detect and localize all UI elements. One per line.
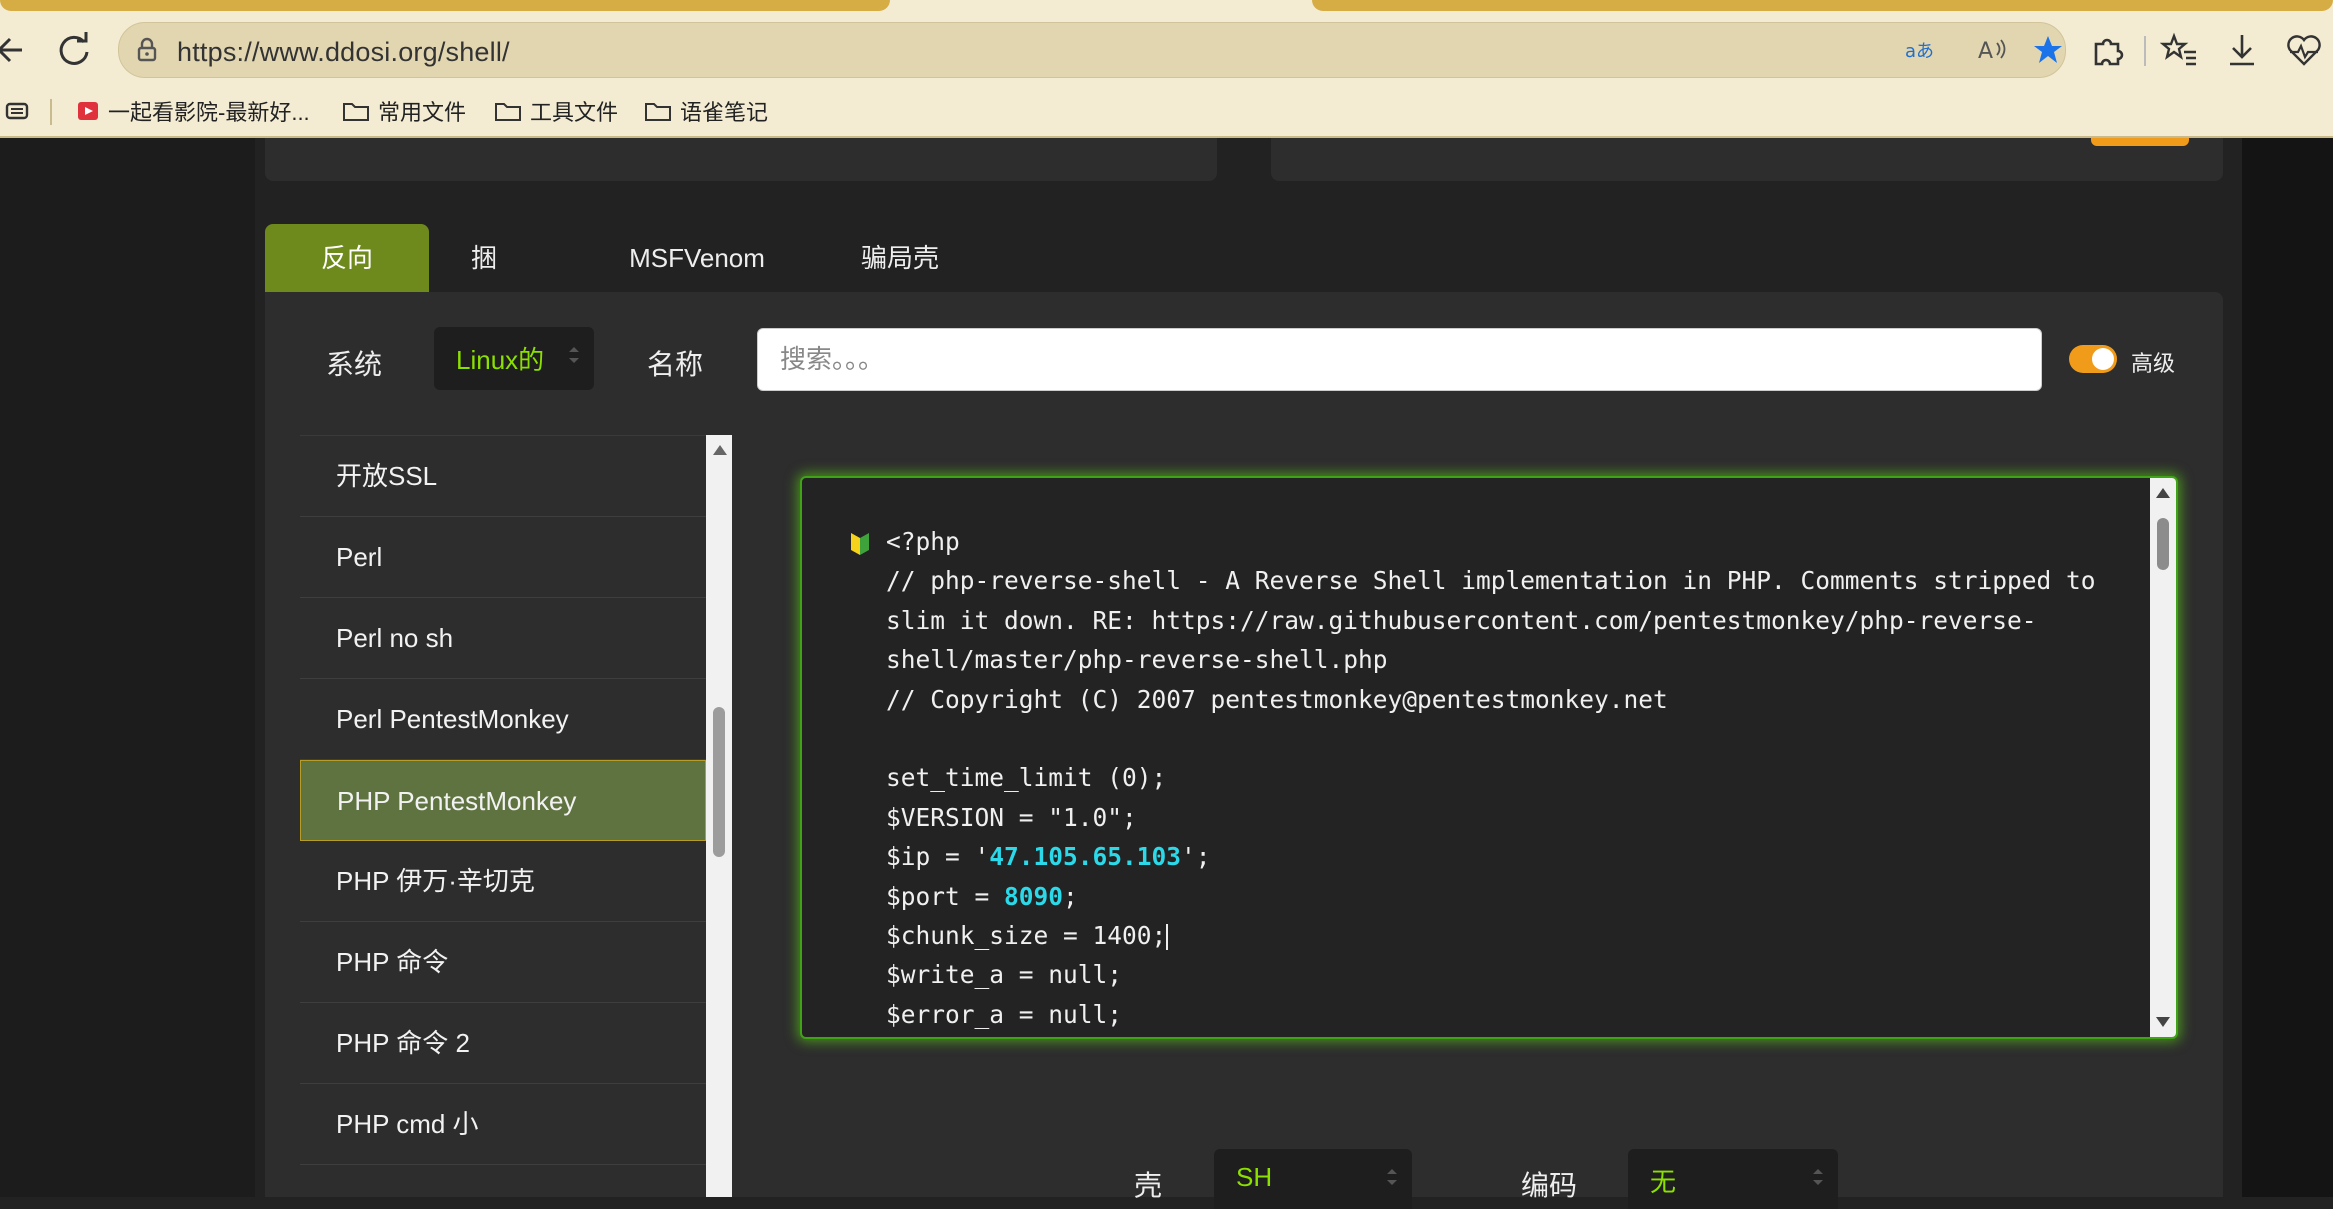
code-line: $write_a = null; [886,960,1123,990]
address-bar[interactable]: https://www.ddosi.org/shell/ aあ A [118,22,2066,78]
bookmark-label: 常用文件 [378,100,467,125]
scrollbar-thumb[interactable] [713,707,725,857]
beginner-badge-icon [851,533,869,555]
advanced-label: 高级 [2131,351,2176,376]
previous-section-card [265,138,1217,181]
folder-icon [645,103,671,121]
bookmark-label: 语雀笔记 [680,100,769,125]
list-item-selected[interactable]: PHP PentestMonkey [300,760,706,841]
performance-heart-icon[interactable] [2284,30,2324,70]
shell-select[interactable]: SH [1214,1149,1412,1209]
select-arrows-icon [1387,1169,1397,1185]
scroll-up-arrow-icon[interactable] [2156,488,2170,498]
lock-icon[interactable] [131,34,163,66]
code-text-part: ; [1063,881,1078,911]
video-favicon-icon [78,102,98,120]
code-text-part: $port = [886,881,1005,911]
search-field[interactable] [757,328,2042,391]
code-line-ip: $ip = '47.105.65.103'; [886,842,1211,871]
encoding-label: 编码 [1521,1170,1578,1201]
list-scrollbar[interactable] [706,435,732,1197]
list-item[interactable]: Perl [300,517,706,598]
ip-value: 47.105.65.103 [989,842,1182,872]
code-line: $VERSION = "1.0"; [886,802,1137,832]
list-item[interactable]: PHP 命令 2 [300,1003,706,1084]
list-item[interactable]: 开放SSL [300,436,706,517]
code-line: $chunk_size = 1400; [886,921,1167,951]
tab-bind[interactable]: 捆 [429,224,539,292]
list-item[interactable]: Perl PentestMonkey [300,679,706,760]
bookmark-folder-tools[interactable]: 工具文件 [494,96,618,126]
select-arrows-icon [1813,1169,1823,1185]
browser-toolbar: https://www.ddosi.org/shell/ aあ A [0,14,2333,87]
bookmarks-divider [50,99,52,125]
browser-tab[interactable] [1312,0,2333,11]
code-line: // php-reverse-shell - A Reverse Shell i… [886,566,2111,675]
code-scrollbar[interactable] [2150,478,2176,1037]
tab-msfvenom[interactable]: MSFVenom [615,224,779,292]
list-item[interactable]: PHP cmd 小 [300,1084,706,1165]
code-text[interactable]: <?php // php-reverse-shell - A Reverse S… [886,522,2156,1034]
download-icon[interactable] [2222,30,2262,70]
shell-label: 壳 [1134,1170,1163,1201]
toggle-knob [2092,348,2114,370]
svg-text:A: A [1978,39,1993,64]
list-item[interactable]: PHP 命令 [300,922,706,1003]
system-select[interactable]: Linux的 [434,327,594,390]
search-input[interactable] [758,329,2022,389]
bookmark-folder-notes[interactable]: 语雀笔记 [644,96,768,126]
name-label: 名称 [647,349,704,380]
system-value: Linux的 [456,345,545,375]
code-output[interactable]: <?php // php-reverse-shell - A Reverse S… [800,476,2178,1039]
svg-text:aあ: aあ [1905,41,1934,62]
code-text-part: '; [1181,842,1211,872]
url-text[interactable]: https://www.ddosi.org/shell/ [177,37,510,68]
back-arrow-icon[interactable] [0,28,36,72]
folder-icon [495,103,521,121]
bookmarks-bar: 一起看影院-最新好... 常用文件 工具文件 语雀笔记 [0,87,2333,138]
shell-value: SH [1236,1162,1273,1192]
select-arrows-icon [569,347,579,363]
previous-button-edge[interactable] [2091,138,2189,146]
bookmark-label: 工具文件 [530,100,619,125]
translate-icon[interactable]: aあ [1903,33,1937,67]
code-line: // Copyright (C) 2007 pentestmonkey@pent… [886,684,1668,714]
port-value: 8090 [1004,881,1064,911]
shell-list: 开放SSL Perl Perl no sh Perl PentestMonkey… [300,435,706,1198]
bookmark-video-site[interactable]: 一起看影院-最新好... [76,96,310,126]
toolbar-divider [2144,36,2146,66]
favorite-star-icon[interactable] [2031,33,2065,67]
extensions-icon[interactable] [2088,30,2128,70]
bookmark-folder-common[interactable]: 常用文件 [342,96,466,126]
folder-icon [343,103,369,121]
browser-tab-strip [0,0,2333,14]
text-cursor [1166,924,1169,951]
previous-section-card [1271,138,2223,181]
encoding-select[interactable]: 无 [1628,1149,1838,1209]
browser-tab[interactable] [0,0,890,11]
tab-reverse[interactable]: 反向 [265,224,429,292]
list-item[interactable]: PHP 伊万·辛切克 [300,841,706,922]
reload-icon[interactable] [52,28,96,72]
scroll-down-arrow-icon[interactable] [2156,1017,2170,1027]
scroll-up-arrow-icon[interactable] [713,445,727,455]
system-label: 系统 [326,349,383,380]
list-item[interactable]: Perl no sh [300,598,706,679]
code-line: set_time_limit (0); [886,763,1167,793]
advanced-toggle[interactable] [2069,345,2117,373]
favorites-list-icon[interactable] [2160,30,2200,70]
code-text-part: $ip = ' [886,842,990,872]
read-aloud-icon[interactable]: A [1975,33,2009,67]
page-side-margin-left [0,138,255,1197]
encoding-value: 无 [1650,1167,1677,1197]
scrollbar-thumb[interactable] [2157,518,2169,570]
code-line: $error_a = null; [886,999,1123,1029]
bookmark-label: 一起看影院-最新好... [108,100,310,125]
code-line-port: $port = 8090; [886,882,1078,911]
tab-hoax-shell[interactable]: 骗局壳 [835,224,965,292]
page-side-margin-right [2242,138,2333,1197]
collections-icon[interactable] [4,99,30,123]
code-line: <?php [886,527,960,556]
